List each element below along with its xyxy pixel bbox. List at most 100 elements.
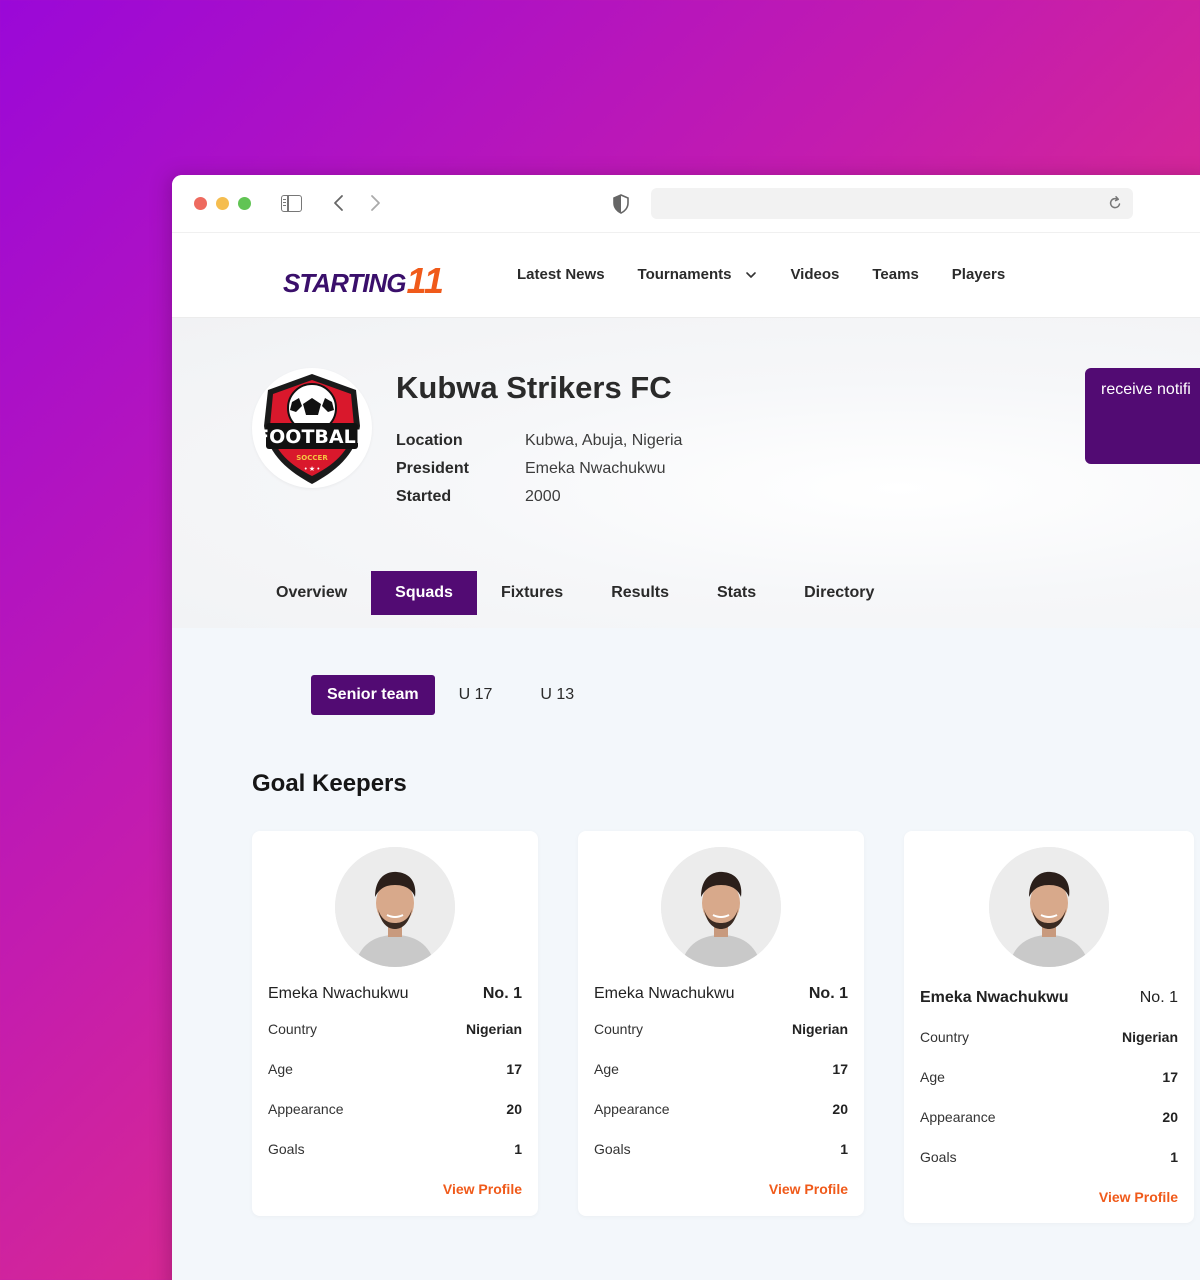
subtab-senior-team[interactable]: Senior team (311, 675, 435, 715)
tab-squads[interactable]: Squads (371, 571, 477, 615)
player-card: Emeka Nwachukwu No. 1 Country Nigerian A… (252, 831, 538, 1216)
stat-value: 17 (506, 1061, 522, 1077)
stat-row: Appearance 20 (594, 1101, 848, 1117)
tab-fixtures[interactable]: Fixtures (477, 571, 587, 615)
subtab-u13[interactable]: U 13 (540, 686, 574, 704)
club-header: FOOTBALL SOCCER • ★ • Kubwa Strikers FC … (172, 318, 1200, 628)
stat-label: Goals (268, 1141, 305, 1157)
club-name: Kubwa Strikers FC (396, 370, 672, 405)
browser-window: STARTING 11 Latest News Tournaments Vide… (172, 175, 1200, 1280)
club-detail-row: President Emeka Nwachukwu (396, 455, 682, 483)
stat-label: Goals (920, 1149, 957, 1165)
shield-icon[interactable] (612, 194, 630, 214)
stat-label: Goals (594, 1141, 631, 1157)
player-number: No. 1 (1139, 989, 1178, 1006)
stat-label: Country (268, 1021, 318, 1037)
reload-icon[interactable] (1107, 195, 1123, 211)
stat-row: Age 17 (268, 1061, 522, 1077)
sidebar-toggle-icon[interactable] (281, 195, 302, 212)
stat-label: Age (920, 1069, 945, 1085)
browser-toolbar (172, 175, 1200, 233)
close-window-button[interactable] (194, 197, 207, 210)
player-card: Emeka Nwachukwu No. 1 Country Nigerian A… (904, 831, 1194, 1223)
stat-label: Age (268, 1061, 293, 1077)
view-profile-link[interactable]: View Profile (443, 1181, 522, 1197)
club-logo-stars: • ★ • (304, 465, 320, 473)
stat-label: Appearance (594, 1101, 670, 1117)
player-name: Emeka Nwachukwu (920, 989, 1069, 1006)
player-avatar (989, 847, 1109, 967)
chevron-down-icon (746, 271, 757, 278)
tab-stats[interactable]: Stats (693, 571, 780, 615)
player-header: Emeka Nwachukwu No. 1 (594, 985, 848, 1003)
logo-number: 11 (406, 260, 444, 301)
stat-value: 17 (1162, 1069, 1178, 1085)
stat-row: Country Nigerian (920, 1029, 1178, 1045)
stat-row: Age 17 (920, 1069, 1178, 1085)
stat-value: Nigerian (465, 1021, 522, 1037)
player-name: Emeka Nwachukwu (268, 985, 409, 1002)
section-title: Goal Keepers (252, 770, 407, 797)
logo-text: STARTING (283, 268, 406, 298)
stat-label: Age (594, 1061, 619, 1077)
stat-label: Country (920, 1029, 970, 1045)
stat-value: 1 (840, 1141, 848, 1157)
player-header: Emeka Nwachukwu No. 1 (268, 985, 522, 1003)
forward-arrow-icon[interactable] (365, 193, 385, 213)
player-card: Emeka Nwachukwu No. 1 Country Nigerian A… (578, 831, 864, 1216)
nav-players[interactable]: Players (952, 266, 1005, 283)
player-avatar (661, 847, 781, 967)
club-logo: FOOTBALL SOCCER • ★ • (252, 368, 372, 488)
player-avatar (335, 847, 455, 967)
club-logo-text: FOOTBALL (256, 426, 368, 448)
stat-row: Goals 1 (594, 1141, 848, 1157)
club-detail-row: Started 2000 (396, 483, 682, 511)
nav-tournaments-label: Tournaments (637, 266, 732, 283)
stat-label: Appearance (920, 1109, 996, 1125)
stat-label: Appearance (268, 1101, 344, 1117)
stat-row: Country Nigerian (594, 1021, 848, 1037)
stat-value: 1 (514, 1141, 522, 1157)
main-nav: Latest News Tournaments Videos Teams Pla… (517, 266, 1038, 283)
stat-row: Goals 1 (920, 1149, 1178, 1165)
nav-videos[interactable]: Videos (790, 266, 839, 283)
stat-value: Nigerian (1121, 1029, 1178, 1045)
stat-row: Appearance 20 (920, 1109, 1178, 1125)
minimize-window-button[interactable] (216, 197, 229, 210)
stat-row: Appearance 20 (268, 1101, 522, 1117)
starting11-logo[interactable]: STARTING 11 (283, 255, 444, 299)
detail-label: Location (396, 432, 463, 449)
site-header: STARTING 11 Latest News Tournaments Vide… (172, 233, 1200, 318)
club-logo-subtext: SOCCER (296, 454, 328, 462)
stat-value: 20 (506, 1101, 522, 1117)
tab-overview[interactable]: Overview (252, 571, 371, 615)
club-detail-row: Location Kubwa, Abuja, Nigeria (396, 427, 682, 455)
nav-teams[interactable]: Teams (872, 266, 918, 283)
detail-label: Started (396, 488, 452, 505)
player-header: Emeka Nwachukwu No. 1 (920, 989, 1178, 1007)
stat-row: Country Nigerian (268, 1021, 522, 1037)
nav-latest-news[interactable]: Latest News (517, 266, 605, 283)
stat-value: 20 (832, 1101, 848, 1117)
view-profile-link[interactable]: View Profile (1099, 1189, 1178, 1205)
address-bar[interactable] (651, 188, 1133, 219)
nav-tournaments[interactable]: Tournaments (638, 266, 758, 283)
back-arrow-icon[interactable] (329, 193, 349, 213)
maximize-window-button[interactable] (238, 197, 251, 210)
squad-content: Senior team U 17 U 13 Goal Keepers Emeka… (172, 628, 1200, 1280)
stat-value: 1 (1170, 1149, 1178, 1165)
tab-results[interactable]: Results (587, 571, 693, 615)
detail-value: 2000 (525, 488, 561, 505)
receive-notifications-button[interactable]: receive notifi (1085, 368, 1200, 464)
view-profile-link[interactable]: View Profile (769, 1181, 848, 1197)
stat-row: Goals 1 (268, 1141, 522, 1157)
detail-label: President (396, 460, 469, 477)
stat-label: Country (594, 1021, 644, 1037)
subtab-u17[interactable]: U 17 (459, 686, 493, 704)
detail-value: Kubwa, Abuja, Nigeria (525, 432, 683, 449)
club-tabs: Overview Squads Fixtures Results Stats D… (252, 571, 898, 615)
detail-value: Emeka Nwachukwu (525, 460, 666, 477)
stat-value: Nigerian (791, 1021, 848, 1037)
team-subtabs: Senior team U 17 U 13 (311, 675, 622, 715)
tab-directory[interactable]: Directory (780, 571, 898, 615)
